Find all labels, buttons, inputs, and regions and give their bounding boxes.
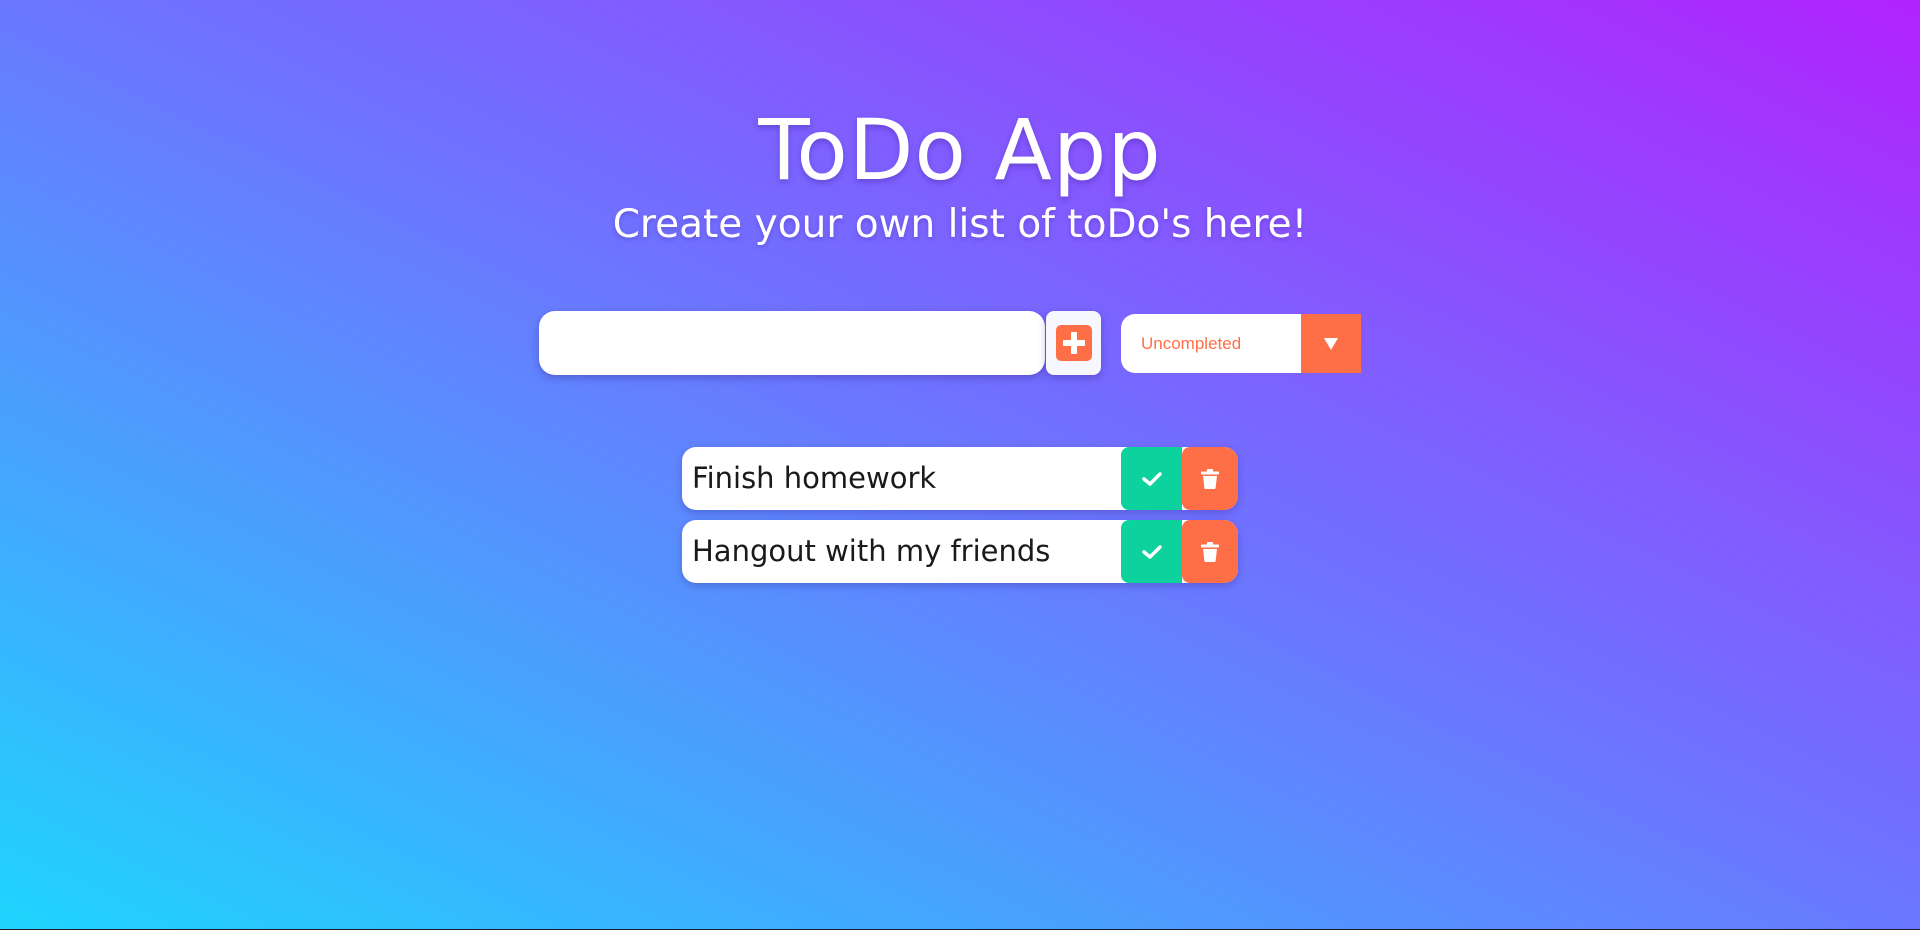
check-icon	[1141, 471, 1162, 486]
add-todo-button[interactable]	[1046, 311, 1101, 375]
todo-item: Finish homework	[682, 447, 1238, 510]
check-icon	[1141, 544, 1162, 559]
page-subtitle: Create your own list of toDo's here!	[612, 202, 1308, 247]
todo-input[interactable]	[539, 311, 1045, 375]
todo-item: Hangout with my friends	[682, 520, 1238, 583]
complete-button[interactable]	[1121, 447, 1182, 510]
delete-button[interactable]	[1182, 520, 1238, 583]
app-header: ToDo App Create your own list of toDo's …	[0, 100, 1920, 250]
todo-text: Finish homework	[692, 461, 937, 495]
plus-square-icon	[1056, 325, 1092, 361]
delete-button[interactable]	[1182, 447, 1238, 510]
caret-down-icon	[1324, 338, 1338, 350]
filter-dropdown-toggle[interactable]	[1301, 314, 1361, 373]
filter-selected-value: Uncompleted	[1141, 334, 1242, 353]
complete-button[interactable]	[1121, 520, 1182, 583]
page-title: ToDo App	[758, 101, 1162, 199]
todo-list: Finish homework Hangout with my friends	[682, 447, 1238, 593]
filter-select[interactable]: Uncompleted	[1121, 314, 1361, 373]
trash-icon	[1201, 541, 1219, 562]
todo-text: Hangout with my friends	[692, 534, 1051, 568]
trash-icon	[1201, 468, 1219, 489]
